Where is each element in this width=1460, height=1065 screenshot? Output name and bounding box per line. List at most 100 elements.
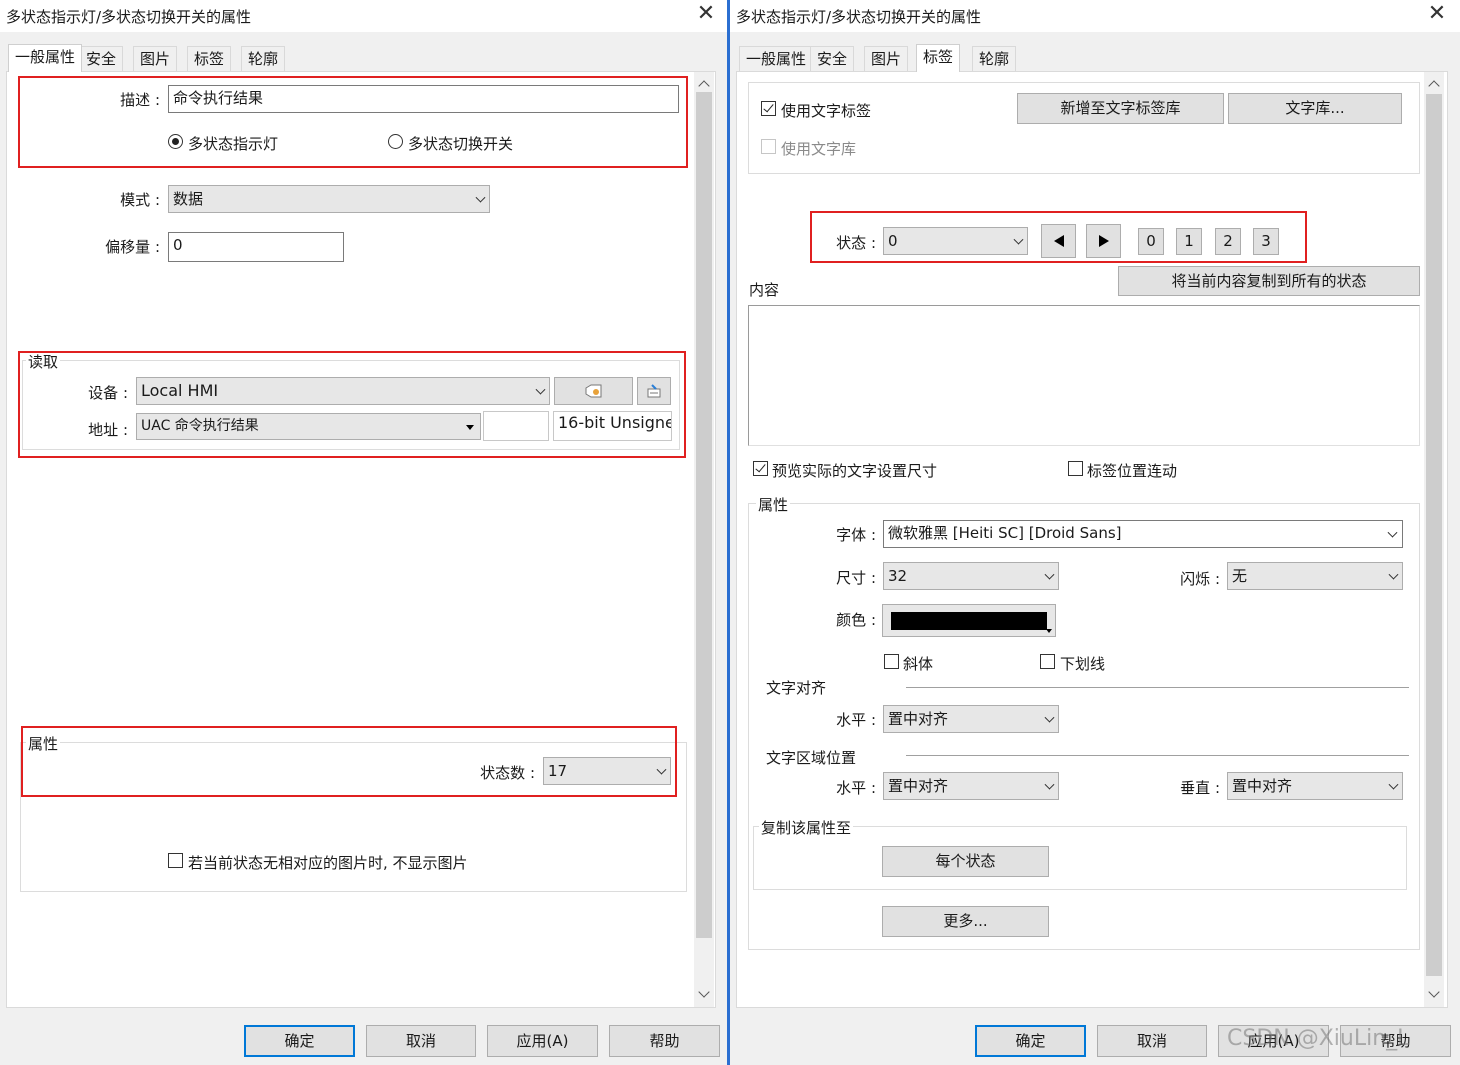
- mode-select[interactable]: 数据: [168, 185, 490, 213]
- left-tab-label[interactable]: 标签: [187, 46, 232, 72]
- offset-input[interactable]: 0: [168, 232, 344, 262]
- font-select[interactable]: 微软雅黑 [Heiti SC] [Droid Sans]: [883, 520, 1403, 548]
- state-label: 状态 :: [836, 234, 876, 252]
- state-select-value: 0: [888, 232, 898, 250]
- right-dialog-title: 多状态指示灯/多状态切换开关的属性: [736, 8, 982, 26]
- state-button-0[interactable]: 0: [1138, 228, 1164, 255]
- mode-label: 模式 :: [120, 191, 160, 209]
- left-scroll-thumb[interactable]: [696, 92, 712, 938]
- each-state-button[interactable]: 每个状态: [882, 846, 1049, 877]
- right-dialog: 多状态指示灯/多状态切换开关的属性 ✕ 一般属性 安全 图片 标签 轮廓 使用文…: [730, 0, 1460, 1065]
- link-pos-checkbox[interactable]: [1068, 461, 1083, 476]
- desc-input[interactable]: 命令执行结果: [168, 85, 679, 113]
- left-ok-button[interactable]: 确定: [244, 1025, 355, 1057]
- area-h-label: 水平 :: [836, 779, 876, 797]
- use-text-checkbox[interactable]: [761, 101, 776, 116]
- device-select-value: Local HMI: [141, 381, 219, 400]
- area-v-select[interactable]: 置中对齐: [1227, 772, 1403, 800]
- blink-select-value: 无: [1232, 567, 1248, 585]
- right-tab-general[interactable]: 一般属性: [739, 46, 814, 72]
- size-select[interactable]: 32: [883, 562, 1059, 590]
- use-text-label: 使用文字标签: [781, 102, 872, 120]
- area-h-select[interactable]: 置中对齐: [883, 772, 1059, 800]
- left-tab-outline[interactable]: 轮廓: [241, 46, 286, 72]
- scroll-up-icon[interactable]: [1428, 80, 1440, 92]
- left-dialog: 多状态指示灯/多状态切换开关的属性 ✕ 一般属性 安全 图片 标签 轮廓 描述 …: [0, 0, 727, 1065]
- size-label: 尺寸 :: [836, 569, 876, 587]
- blink-select[interactable]: 无: [1227, 562, 1403, 590]
- no-pic-checkbox[interactable]: [168, 853, 183, 868]
- state-button-3[interactable]: 3: [1253, 228, 1279, 255]
- right-tab-label[interactable]: 标签: [916, 44, 961, 72]
- right-close-icon[interactable]: ✕: [1424, 2, 1450, 28]
- desc-label: 描述 :: [120, 91, 160, 109]
- left-tab-general[interactable]: 一般属性: [8, 44, 83, 72]
- left-dialog-title: 多状态指示灯/多状态切换开关的属性: [6, 8, 252, 26]
- color-picker[interactable]: [882, 604, 1056, 637]
- more-button[interactable]: 更多...: [882, 906, 1049, 937]
- arrow-left-icon: [1053, 235, 1064, 247]
- chevron-down-icon: [1387, 527, 1398, 538]
- radio-switch[interactable]: [388, 134, 403, 149]
- state-select[interactable]: 0: [883, 227, 1028, 255]
- area-divider: [906, 755, 1409, 757]
- text-lib-button[interactable]: 文字库...: [1228, 93, 1402, 124]
- link-pos-label: 标签位置连动: [1087, 462, 1178, 480]
- right-tab-outline[interactable]: 轮廓: [972, 46, 1017, 72]
- align-h-select[interactable]: 置中对齐: [883, 705, 1059, 733]
- left-tab-picture[interactable]: 图片: [133, 46, 178, 72]
- left-tab-security[interactable]: 安全: [79, 46, 124, 72]
- chevron-down-icon: [1044, 712, 1055, 723]
- addr-index-input[interactable]: [483, 411, 549, 441]
- content-textarea[interactable]: [748, 305, 1420, 446]
- left-scrollbar[interactable]: [694, 72, 714, 1007]
- right-titlebar: 多状态指示灯/多状态切换开关的属性 ✕: [730, 0, 1460, 32]
- right-scrollbar[interactable]: [1424, 72, 1444, 1007]
- font-label: 字体 :: [836, 526, 876, 544]
- addr-select[interactable]: UAC 命令执行结果: [136, 413, 481, 440]
- state-button-2[interactable]: 2: [1215, 228, 1241, 255]
- chevron-down-icon: [1388, 779, 1399, 790]
- add-to-lib-button[interactable]: 新增至文字标签库: [1017, 93, 1224, 124]
- radio-light[interactable]: [168, 134, 183, 149]
- font-select-value: 微软雅黑 [Heiti SC] [Droid Sans]: [888, 524, 1122, 542]
- right-tab-security[interactable]: 安全: [810, 46, 855, 72]
- scroll-down-icon[interactable]: [1428, 986, 1440, 998]
- right-ok-button[interactable]: 确定: [975, 1025, 1086, 1057]
- edit-icon: [647, 384, 661, 398]
- left-help-button[interactable]: 帮助: [609, 1025, 720, 1057]
- scroll-down-icon[interactable]: [698, 986, 710, 998]
- area-v-label: 垂直 :: [1180, 779, 1220, 797]
- device-settings-button[interactable]: [554, 377, 633, 405]
- underline-label: 下划线: [1060, 655, 1106, 673]
- preview-checkbox[interactable]: [753, 461, 768, 476]
- right-tab-picture[interactable]: 图片: [864, 46, 909, 72]
- state-button-1[interactable]: 1: [1176, 228, 1202, 255]
- use-lib-label: 使用文字库: [781, 140, 857, 158]
- use-lib-checkbox[interactable]: [761, 139, 776, 154]
- device-label: 设备 :: [88, 384, 128, 402]
- right-scroll-thumb[interactable]: [1426, 94, 1442, 976]
- italic-checkbox[interactable]: [884, 654, 899, 669]
- states-count-select[interactable]: 17: [543, 757, 671, 785]
- attr-group-title: 属性: [26, 733, 61, 754]
- device-select[interactable]: Local HMI: [136, 377, 550, 405]
- italic-label: 斜体: [903, 655, 934, 673]
- color-swatch: [891, 612, 1047, 630]
- device-edit-button[interactable]: [637, 377, 671, 405]
- left-apply-button[interactable]: 应用(A): [487, 1025, 598, 1057]
- underline-checkbox[interactable]: [1040, 654, 1055, 669]
- left-close-icon[interactable]: ✕: [693, 2, 719, 28]
- blink-label: 闪烁 :: [1180, 570, 1220, 588]
- copy-all-button[interactable]: 将当前内容复制到所有的状态: [1118, 266, 1420, 296]
- align-group-title: 文字对齐: [766, 679, 827, 697]
- scroll-up-icon[interactable]: [698, 80, 710, 92]
- addr-label: 地址 :: [88, 421, 128, 439]
- left-cancel-button[interactable]: 取消: [366, 1025, 476, 1057]
- next-state-button[interactable]: [1086, 224, 1121, 258]
- chevron-down-icon: [475, 192, 486, 203]
- prev-state-button[interactable]: [1041, 224, 1076, 258]
- right-cancel-button[interactable]: 取消: [1097, 1025, 1207, 1057]
- addr-type-display: 16-bit Unsigned: [553, 411, 672, 441]
- chevron-down-icon: [1013, 234, 1024, 245]
